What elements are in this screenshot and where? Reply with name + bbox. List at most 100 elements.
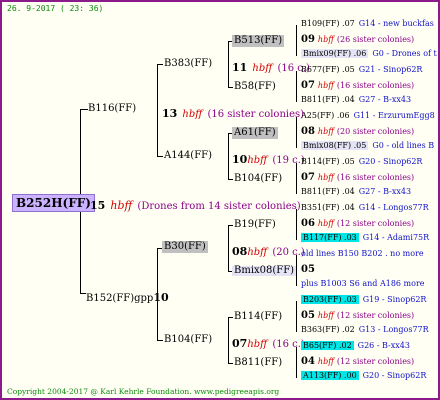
gen4-queen-entry[interactable]: A25(FF) .06 G11 - ErzurumEgg8: [301, 112, 435, 120]
gen3-queen[interactable]: A61(FF): [232, 127, 278, 139]
hbff-mark: hbff: [317, 127, 334, 136]
drone-note: (16 sister colonies): [336, 173, 415, 182]
line-origin: G14 - Longos77R: [358, 203, 429, 212]
gen4-queen-entry[interactable]: B114(FF) .05 G20 - Sinop62R: [301, 158, 422, 166]
line-origin: G14 - new buckfas: [358, 19, 434, 28]
queen-label: B117(FF) .03: [301, 233, 359, 242]
queen-label: Bmix09(FF) .06: [301, 49, 369, 58]
gen4-drone-origin: plus B1003 S6 and A186 more: [301, 279, 425, 288]
gen4-drone-info: 05: [301, 265, 321, 275]
connector: [228, 317, 229, 363]
gen3-queen[interactable]: B104(FF): [234, 174, 282, 184]
gen3-queen[interactable]: Bmix08(FF): [232, 266, 297, 276]
gen2-queen[interactable]: B104(FF): [164, 335, 212, 345]
root-drone-count: 15: [90, 199, 106, 212]
gen4-drone-info: 04 hbff (12 sister colonies): [301, 357, 414, 367]
queen-label: Bmix08(FF) .05: [301, 141, 369, 150]
gen4-queen-entry[interactable]: B203(FF) .03 G19 - Sinop62R: [301, 295, 426, 304]
drone-count: 11: [232, 61, 248, 74]
gen4-drone-info: 05 hbff (12 sister colonies): [301, 311, 414, 321]
connector: [296, 255, 297, 286]
drone-note: (16 sister colonies): [207, 109, 305, 120]
connector: [228, 225, 233, 226]
gen4-queen-entry[interactable]: B117(FF) .03 G14 - Adami75R: [301, 233, 429, 242]
connector: [296, 117, 297, 148]
connector: [80, 109, 88, 110]
gen1-queen[interactable]: B116(FF): [88, 104, 136, 114]
queen-label: A113(FF) .00: [301, 371, 359, 380]
gen4-queen-entry[interactable]: B351(FF) .04 G14 - Longos77R: [301, 204, 429, 212]
line-origin: G0 - old lines B: [372, 141, 435, 150]
hbff-mark: hbff: [317, 173, 334, 182]
gen3-queen[interactable]: B513(FF): [232, 35, 285, 47]
connector: [296, 25, 297, 56]
gen4-queen-entry[interactable]: B363(FF) .02 G13 - Longos77R: [301, 326, 429, 334]
drone-count: 05: [301, 264, 315, 275]
gen1-queen-b152[interactable]: B152(FF)gpp10: [86, 288, 169, 304]
gen4-queen-entry[interactable]: Bmix08(FF) .05 G0 - old lines B: [301, 141, 435, 150]
queen-label: B677(FF) .05: [301, 65, 355, 74]
pedigree-frame: 26. 9-2017 ( 23: 36) B252H(FF) 15 hbff (…: [0, 0, 440, 400]
gen4-queen-entry[interactable]: B811(FF) .04 G27 - B-xx43: [301, 96, 411, 104]
queen-label: B203(FF) .03: [301, 295, 359, 304]
gen1-drone-info: 13 hbff (16 sister colonies): [162, 104, 304, 120]
line-origin: G20 - Sinop62R: [358, 157, 423, 166]
gen2-drone-info: 08hbff (20 c.): [232, 242, 305, 258]
hbff-mark: hbff: [182, 109, 203, 120]
drone-count: 05: [301, 310, 315, 321]
connector: [228, 363, 233, 364]
connector: [296, 301, 297, 332]
gen4-queen-entry[interactable]: B677(FF) .05 G21 - Sinop62R: [301, 66, 422, 74]
gen2-queen[interactable]: B30(FF): [162, 241, 208, 253]
line-origin: G13 - Longos77R: [358, 325, 429, 334]
connector: [228, 225, 229, 271]
hbff-mark: hbff: [317, 219, 334, 228]
drone-count: 08: [301, 126, 315, 137]
gen3-queen[interactable]: B811(FF): [234, 358, 282, 368]
connector: [296, 347, 297, 378]
gen4-drone-origin: old lines B150 B202 . no more: [301, 249, 424, 258]
hbff-mark: hbff: [252, 63, 273, 74]
drone-count: 09: [301, 34, 315, 45]
gen2-queen[interactable]: B383(FF): [164, 59, 212, 69]
drone-count: 08: [232, 245, 248, 258]
drone-note: (12 sister colonies): [336, 219, 415, 228]
drone-count: 10: [153, 291, 169, 304]
gen4-queen-entry[interactable]: A113(FF) .00 G20 - Sinop62R: [301, 371, 426, 380]
drone-count: 07: [232, 337, 248, 350]
drone-count: 06: [301, 218, 315, 229]
hbff-mark: hbff: [247, 339, 268, 350]
queen-label: B65(FF) .02: [301, 341, 354, 350]
gen4-queen-entry[interactable]: Bmix09(FF) .06 G0 - Drones of t: [301, 49, 437, 58]
copyright: Copyright 2004-2017 @ Karl Kehrle Founda…: [7, 387, 280, 396]
connector: [296, 71, 297, 102]
gen2-queen[interactable]: A144(FF): [164, 151, 212, 161]
queen-root[interactable]: B252H(FF): [12, 194, 95, 212]
queen-label: B811(FF) .04: [301, 95, 355, 104]
gen3-queen[interactable]: B19(FF): [234, 220, 276, 230]
line-origin: G27 - B-xx43: [358, 187, 412, 196]
drone-count: 07: [301, 172, 315, 183]
hbff-mark: hbff: [317, 35, 334, 44]
gen4-queen-entry[interactable]: B65(FF) .02 G26 - B-xx43: [301, 341, 410, 350]
drone-note: (20 c.): [272, 247, 305, 258]
gen4-drone-info: 06 hbff (12 sister colonies): [301, 219, 414, 229]
gen3-queen[interactable]: B114(FF): [234, 312, 282, 322]
line-origin: G0 - Drones of t: [372, 49, 437, 58]
connector: [157, 64, 163, 65]
hbff-mark: hbff: [247, 247, 268, 258]
drone-note: (12 sister colonies): [336, 357, 415, 366]
gen4-drone-info: 07 hbff (16 sister colonies): [301, 173, 414, 183]
drone-note: (16 sister colonies): [336, 81, 415, 90]
gen4-queen-entry[interactable]: B109(FF) .07 G14 - new buckfas: [301, 20, 434, 28]
gen4-drone-info: 09 hbff (26 sister colonies): [301, 35, 414, 45]
root-drone-info: 15 hbff (Drones from 14 sister colonies): [90, 196, 301, 212]
connector: [228, 179, 233, 180]
gen4-queen-entry[interactable]: B811(FF) .04 G27 - B-xx43: [301, 188, 411, 196]
queen-label: B152(FF)gpp: [86, 293, 154, 304]
drone-note: (12 sister colonies): [336, 311, 415, 320]
gen3-queen[interactable]: B58(FF): [234, 82, 276, 92]
queen-label: B363(FF) .02: [301, 325, 355, 334]
drone-count: 13: [162, 107, 178, 120]
drone-note: (20 sister colonies): [336, 127, 415, 136]
